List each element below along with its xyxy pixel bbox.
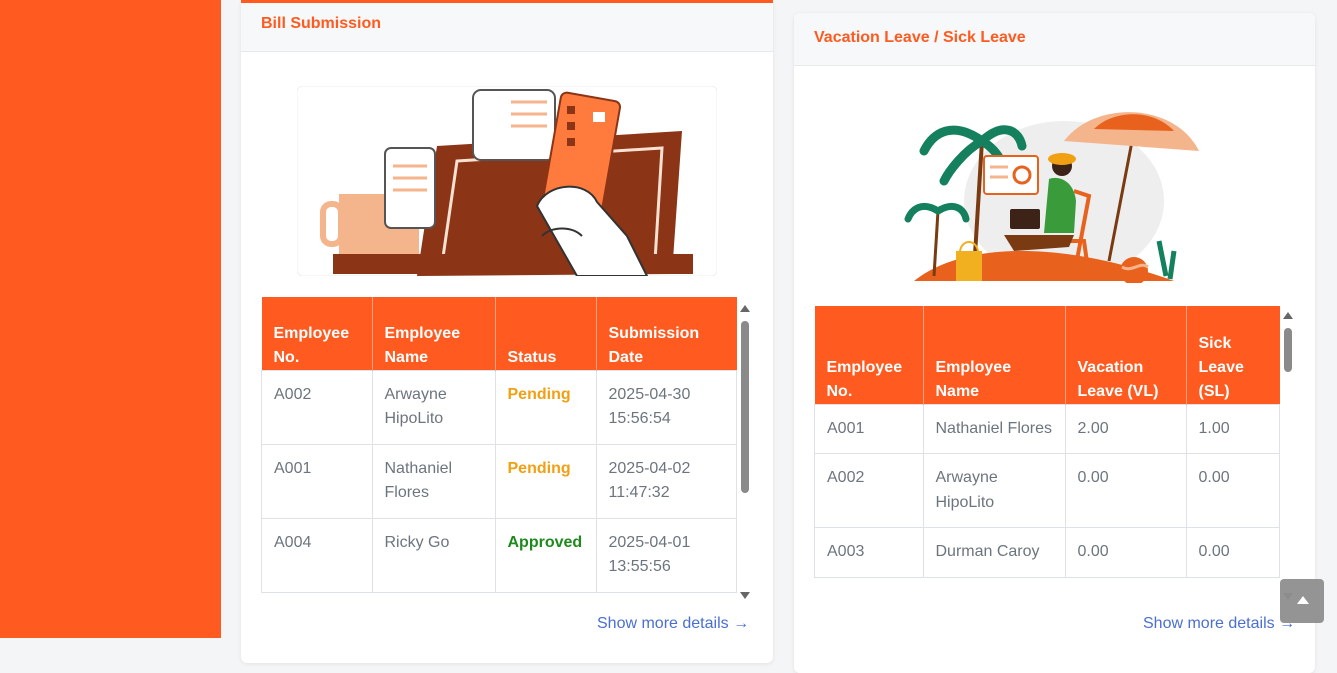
scroll-thumb[interactable] <box>1284 328 1292 372</box>
cell-sick-leave: 1.00 <box>1185 403 1280 454</box>
cell-vacation-leave: 0.00 <box>1064 453 1187 528</box>
cell-submission-date: 2025-04-30 15:56:54 <box>595 369 737 445</box>
payment-card-illustration <box>297 86 717 276</box>
bill-card-title: Bill Submission <box>241 3 773 52</box>
col-employee-name: Employee Name <box>923 306 1066 404</box>
cell-employee-no: A002 <box>814 453 924 528</box>
leave-table-scrollbar[interactable] <box>1281 310 1295 602</box>
sidebar <box>0 0 221 638</box>
status-badge: Pending <box>494 369 597 445</box>
col-vacation-leave: Vacation Leave (VL) <box>1065 306 1187 404</box>
bill-table: Employee No. Employee Name Status Submis… <box>261 297 737 593</box>
scroll-up-icon[interactable] <box>1283 312 1293 319</box>
cell-employee-no: A003 <box>814 527 924 578</box>
table-row: A003 Durman Caroy 0.00 0.00 <box>814 527 1280 578</box>
col-status: Status <box>495 297 597 370</box>
cell-submission-date: 2025-04-02 11:47:32 <box>595 443 737 519</box>
cell-employee-name: Nathaniel Flores <box>371 443 496 519</box>
col-sick-leave: Sick Leave (SL) <box>1186 306 1280 404</box>
cell-employee-name: Arwayne HipoLito <box>371 369 496 445</box>
leave-table: Employee No. Employee Name Vacation Leav… <box>814 306 1280 578</box>
cell-employee-name: Arwayne HipoLito <box>922 453 1066 528</box>
cell-vacation-leave: 0.00 <box>1064 527 1187 578</box>
col-employee-name: Employee Name <box>372 297 496 370</box>
table-row: A004 Ricky Go Approved 2025-04-01 13:55:… <box>261 517 737 593</box>
table-row: A002 Arwayne HipoLito 0.00 0.00 <box>814 453 1280 528</box>
cell-employee-no: A001 <box>814 403 924 454</box>
leave-card-title: Vacation Leave / Sick Leave <box>794 13 1315 66</box>
status-badge: Approved <box>494 517 597 593</box>
cell-employee-no: A001 <box>261 443 373 519</box>
table-row: A001 Nathaniel Flores 2.00 1.00 <box>814 403 1280 454</box>
chevron-up-icon <box>1297 596 1309 604</box>
leave-show-more-link[interactable]: Show more details → <box>1143 615 1295 633</box>
cell-employee-name: Durman Caroy <box>922 527 1066 578</box>
cell-vacation-leave: 2.00 <box>1064 403 1187 454</box>
cell-employee-name: Ricky Go <box>371 517 496 593</box>
cell-sick-leave: 0.00 <box>1185 527 1280 578</box>
leave-card: Vacation Leave / Sick Leave Employee No.… <box>794 13 1315 673</box>
col-employee-no: Employee No. <box>814 306 924 404</box>
back-to-top-button[interactable] <box>1280 579 1324 623</box>
bill-show-more-link[interactable]: Show more details → <box>597 615 749 633</box>
bill-submission-card: Bill Submission Employee No. Employee Na… <box>241 0 773 663</box>
cell-employee-name: Nathaniel Flores <box>922 403 1066 454</box>
table-row: A001 Nathaniel Flores Pending 2025-04-02… <box>261 443 737 519</box>
cell-employee-no: A004 <box>261 517 373 593</box>
leave-table-container[interactable]: Employee No. Employee Name Vacation Leav… <box>814 306 1280 613</box>
scroll-thumb[interactable] <box>741 321 749 493</box>
col-submission-date: Submission Date <box>596 297 737 370</box>
cell-employee-no: A002 <box>261 369 373 445</box>
beach-vacation-illustration <box>904 112 1199 283</box>
scroll-down-icon[interactable] <box>740 592 750 599</box>
col-employee-no: Employee No. <box>261 297 373 370</box>
bill-table-container[interactable]: Employee No. Employee Name Status Submis… <box>261 297 737 601</box>
table-row: A002 Arwayne HipoLito Pending 2025-04-30… <box>261 369 737 445</box>
scroll-up-icon[interactable] <box>740 305 750 312</box>
cell-submission-date: 2025-04-01 13:55:56 <box>595 517 737 593</box>
bill-table-scrollbar[interactable] <box>738 303 752 601</box>
cell-sick-leave: 0.00 <box>1185 453 1280 528</box>
status-badge: Pending <box>494 443 597 519</box>
